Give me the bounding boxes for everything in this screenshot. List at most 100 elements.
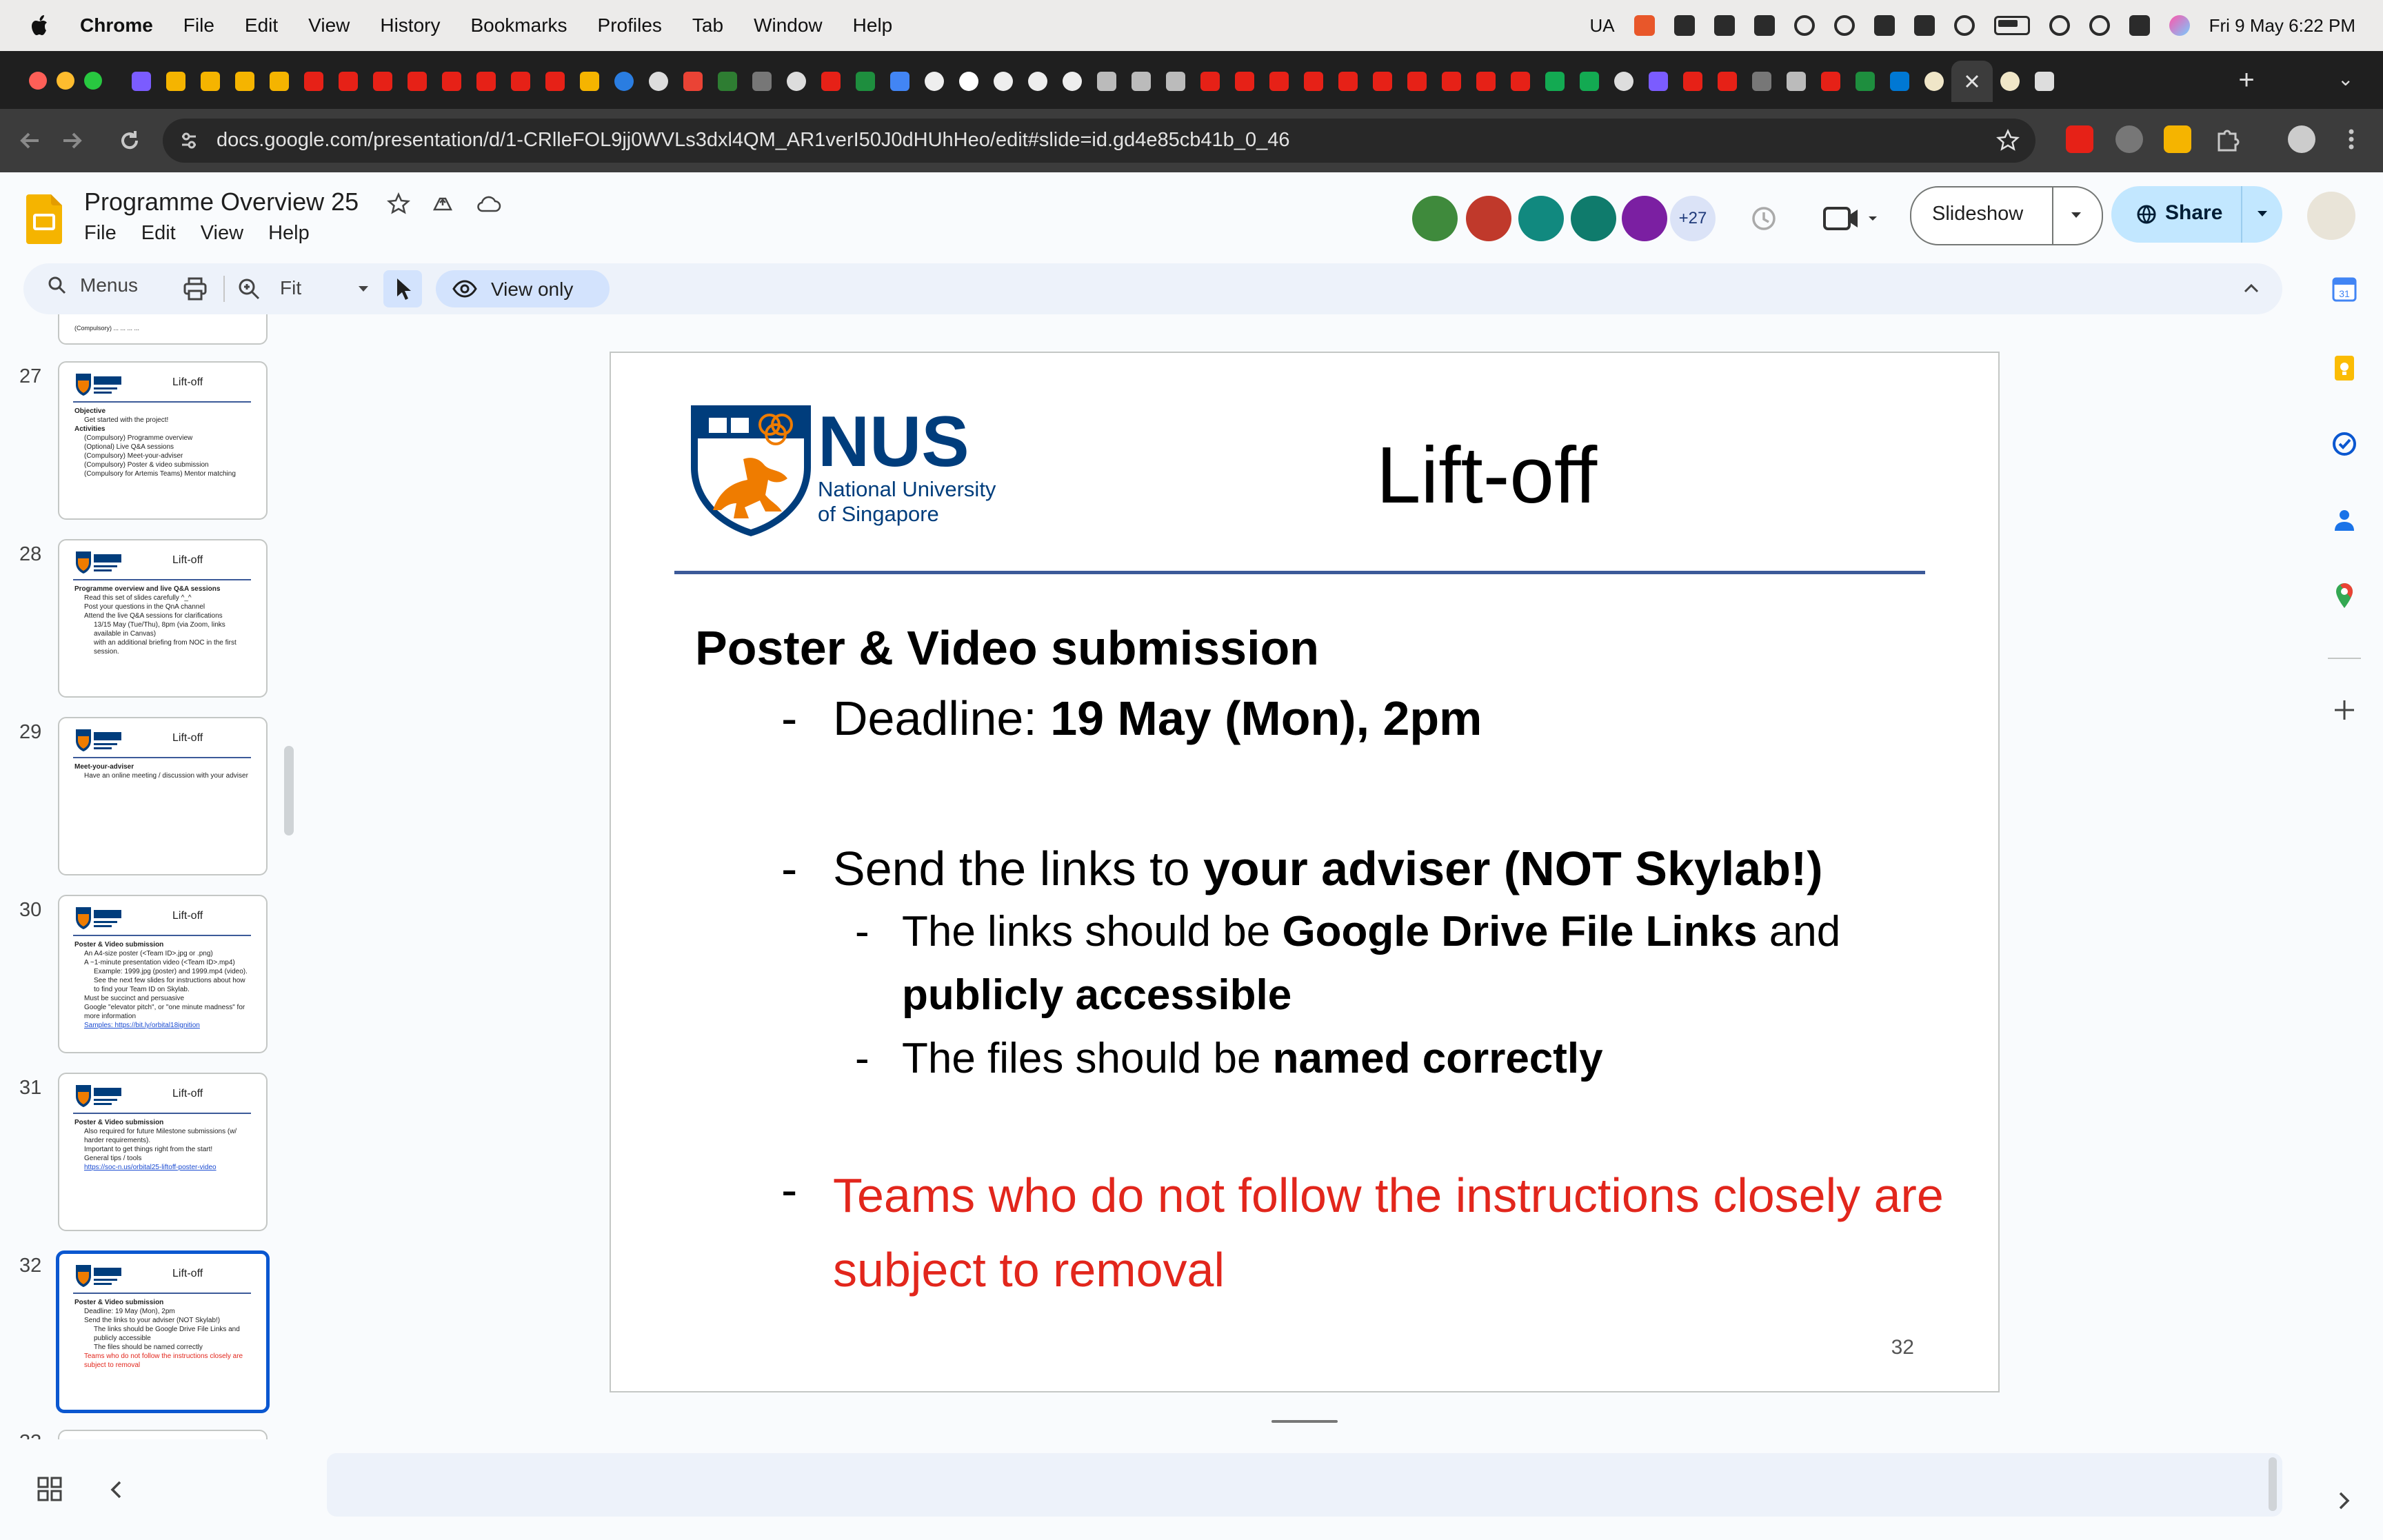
window-status-icon[interactable] [1753,15,1775,36]
control-center-icon[interactable] [2129,15,2150,36]
tab-favicon[interactable] [235,72,254,91]
nus-tab-icon[interactable] [1787,72,1806,91]
menubar-edit[interactable]: Edit [245,14,278,37]
youtube-tab-icon[interactable] [1338,72,1358,91]
chevron-down-icon[interactable] [2252,205,2273,222]
siri-icon[interactable] [2169,15,2190,36]
youtube-tab-icon[interactable] [1511,72,1530,91]
window-zoom-button[interactable] [84,72,102,90]
notes-resize-handle[interactable] [1271,1420,1338,1423]
slideshow-button[interactable]: Slideshow [1910,186,2103,245]
youtube-tab-icon[interactable] [1718,72,1737,91]
share-button[interactable]: Share [2111,186,2282,243]
display-icon[interactable] [1873,15,1895,36]
cloud-saved-icon[interactable] [474,190,502,218]
tab-favicon[interactable] [752,72,772,91]
google-slides-logo-icon[interactable] [26,194,62,244]
move-to-drive-icon[interactable] [429,190,456,218]
mute-icon[interactable] [1913,15,1935,36]
slide-thumbnail-30[interactable]: Lift-off Poster & Video submission An A4-s… [58,895,268,1053]
docs-tab-icon[interactable] [890,72,909,91]
slide-thumbnail-27[interactable]: Lift-off Objective Get started with the pr… [58,361,268,520]
tasks-icon[interactable] [2331,430,2358,458]
youtube-tab-icon[interactable] [1200,72,1220,91]
menubar-clock[interactable]: Fri 9 May 6:22 PM [2209,15,2355,37]
menubar-view[interactable]: View [308,14,350,37]
collaborator-avatar[interactable] [1412,196,1458,241]
menubar-help[interactable]: Help [853,14,893,37]
menubar-history[interactable]: History [380,14,440,37]
slide-thumbnail-28[interactable]: Lift-off Programme overview and live Q&A … [58,539,268,698]
youtube-tab-icon[interactable] [545,72,565,91]
slide-thumbnail-29[interactable]: Lift-off Meet-your-adviser Have an online … [58,717,268,875]
forward-arrow-icon[interactable] [57,125,87,156]
youtube-tab-icon[interactable] [476,72,496,91]
collaborator-avatar[interactable] [1518,196,1564,241]
spotlight-search-icon[interactable] [2089,15,2110,36]
translate-status-icon[interactable] [1673,15,1695,36]
profile-avatar[interactable] [2288,125,2315,153]
collaborator-avatar[interactable] [1466,196,1511,241]
tab-search-button[interactable]: ⌄ [2337,68,2353,90]
input-source-indicator[interactable]: UA [1589,15,1614,37]
tab-favicon[interactable] [1649,72,1668,91]
chevron-left-icon[interactable] [106,1478,127,1501]
apple-icon[interactable] [26,12,54,39]
grid-view-icon[interactable] [36,1475,63,1503]
extension-icon[interactable] [2115,125,2143,153]
window-minimize-button[interactable] [57,72,74,90]
reload-icon[interactable] [114,125,145,156]
slide-thumbnail-32[interactable]: Lift-off Poster & Video submission Deadlin… [56,1250,270,1413]
contacts-icon[interactable] [2331,506,2358,534]
chevron-right-icon[interactable] [2333,1489,2354,1512]
document-title[interactable]: Programme Overview 25 [84,188,359,216]
tab-favicon[interactable] [270,72,289,91]
sheets-tab-icon[interactable] [1856,72,1875,91]
chevron-down-icon[interactable] [354,280,372,298]
keep-icon[interactable] [2331,354,2358,382]
tab-favicon[interactable] [580,72,599,91]
youtube-tab-icon[interactable] [1235,72,1254,91]
tab-favicon[interactable] [2035,72,2054,91]
zoom-icon[interactable] [236,276,262,302]
address-bar[interactable]: docs.google.com/presentation/d/1-CRlleFO… [163,119,2035,163]
more-collaborators-badge[interactable]: +27 [1670,196,1716,241]
app-status-icon[interactable] [1633,15,1655,36]
view-only-button[interactable]: View only [436,270,610,307]
youtube-tab-icon[interactable] [511,72,530,91]
menubar-window[interactable]: Window [754,14,823,37]
version-history-icon[interactable] [1746,201,1780,236]
extension-icon[interactable] [2066,125,2093,153]
airdrop-icon[interactable] [1953,15,1975,36]
slide-thumbnail-31[interactable]: Lift-off Poster & Video submission Also re… [58,1073,268,1231]
github-tab-icon[interactable] [1028,72,1047,91]
chevron-down-icon[interactable] [2066,207,2087,223]
browser-menu-icon[interactable] [2337,125,2365,153]
bookmark-star-icon[interactable] [1995,128,2020,153]
filmstrip-scrollbar[interactable] [284,746,294,835]
extensions-puzzle-icon[interactable] [2213,125,2241,153]
nus-tab-icon[interactable] [1166,72,1185,91]
menubar-app-name[interactable]: Chrome [80,14,153,37]
maps-icon[interactable] [2331,582,2358,609]
print-icon[interactable] [182,276,208,302]
tab-favicon[interactable] [1924,72,1944,91]
youtube-tab-icon[interactable] [1476,72,1496,91]
menu-file[interactable]: File [84,222,117,245]
menubar-tab[interactable]: Tab [692,14,723,37]
url-text[interactable]: docs.google.com/presentation/d/1-CRlleFO… [217,129,1289,152]
youtube-tab-icon[interactable] [339,72,358,91]
nus-tab-icon[interactable] [1097,72,1116,91]
slide-thumbnail-33[interactable] [58,1430,268,1439]
youtube-tab-icon[interactable] [1407,72,1427,91]
window-close-button[interactable] [29,72,47,90]
active-tab[interactable] [1951,61,1993,102]
outlook-tab-icon[interactable] [1890,72,1909,91]
chevron-up-icon[interactable] [2240,277,2263,301]
tab-favicon[interactable] [132,72,151,91]
menu-view[interactable]: View [201,222,243,245]
close-tab-icon[interactable] [1964,74,1980,89]
account-avatar[interactable] [2307,192,2355,240]
youtube-tab-icon[interactable] [408,72,427,91]
calendar-icon[interactable]: 31 [2331,276,2358,303]
